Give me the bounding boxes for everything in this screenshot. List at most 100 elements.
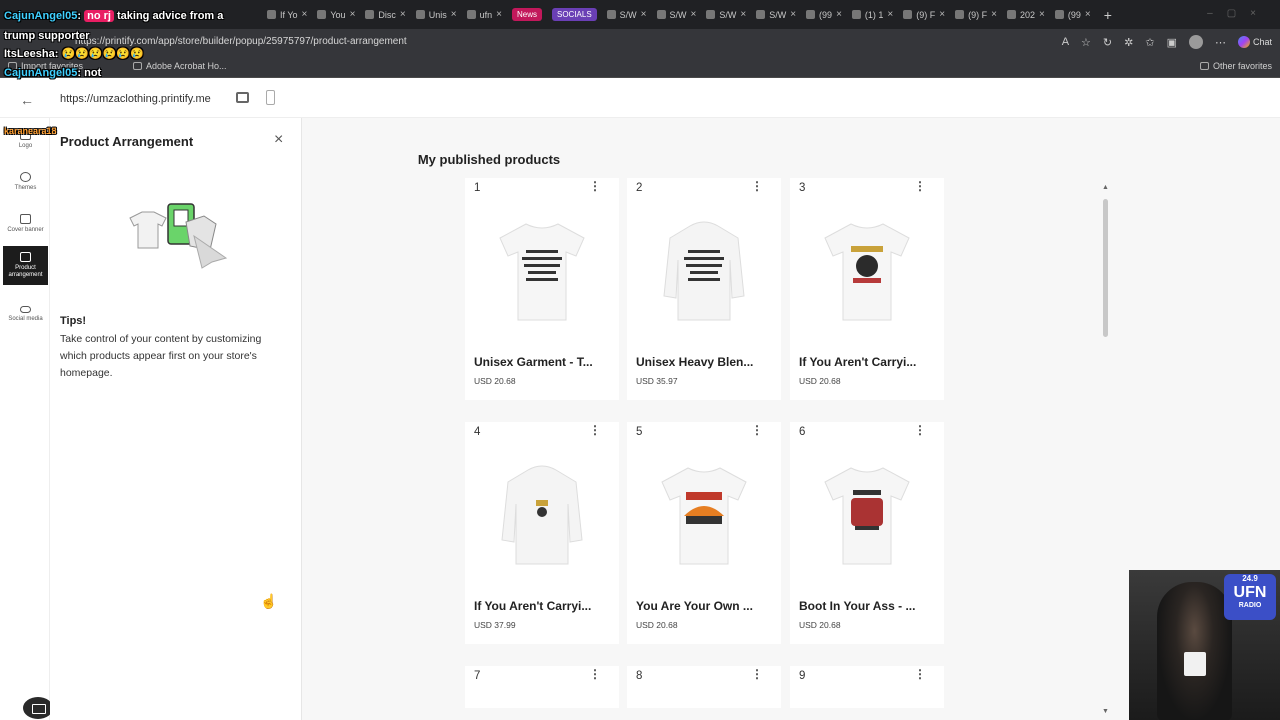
- mug-image: [1184, 652, 1206, 676]
- chat-support-icon[interactable]: [23, 697, 53, 719]
- desktop-preview-icon[interactable]: [236, 92, 249, 103]
- tab-group-news[interactable]: News: [507, 0, 547, 29]
- more-options-icon[interactable]: ⋮: [914, 668, 926, 680]
- grid-icon: [20, 252, 31, 262]
- browser-tab[interactable]: (1) 1 ×: [847, 0, 898, 29]
- ufn-radio-logo: 24.9 UFN RADIO: [1224, 574, 1276, 620]
- more-options-icon[interactable]: ⋮: [751, 180, 763, 192]
- browser-tab[interactable]: (99 ×: [1050, 0, 1096, 29]
- rail-label: Themes: [14, 185, 37, 191]
- window-controls[interactable]: –▢×: [1207, 8, 1270, 19]
- star-icon[interactable]: ☆: [1081, 36, 1091, 49]
- product-card[interactable]: 1 ⋮ Unisex Garment - T... USD 20.68: [465, 178, 619, 400]
- collections-icon[interactable]: ▣: [1167, 36, 1177, 49]
- mobile-preview-icon[interactable]: [266, 90, 275, 105]
- close-icon[interactable]: ×: [887, 9, 893, 20]
- close-icon[interactable]: ×: [350, 9, 356, 20]
- close-icon[interactable]: ×: [451, 9, 457, 20]
- tab-favicon-icon: [606, 10, 616, 19]
- more-options-icon[interactable]: ⋮: [914, 180, 926, 192]
- tab-label: S/W: [619, 9, 637, 20]
- browser-tab[interactable]: (9) F ×: [898, 0, 950, 29]
- bookmark-acrobat[interactable]: Adobe Acrobat Ho...: [133, 61, 227, 71]
- rail-item-cover-banner[interactable]: Cover banner: [3, 214, 48, 234]
- bookmark-other-favorites[interactable]: Other favorites: [1200, 61, 1272, 71]
- close-icon[interactable]: ×: [939, 9, 945, 20]
- tab-favicon-icon: [955, 10, 965, 19]
- more-options-icon[interactable]: ⋮: [589, 180, 601, 192]
- image-icon: [20, 214, 31, 224]
- product-position: 2: [636, 182, 643, 194]
- close-icon[interactable]: ×: [790, 9, 796, 20]
- copilot-chat-button[interactable]: Chat: [1237, 36, 1272, 48]
- product-card[interactable]: 8 ⋮: [627, 666, 781, 708]
- close-icon[interactable]: ×: [740, 9, 746, 20]
- close-icon[interactable]: ×: [1085, 9, 1091, 20]
- more-options-icon[interactable]: ⋮: [589, 668, 601, 680]
- more-options-icon[interactable]: ⋮: [751, 424, 763, 436]
- read-aloud-icon[interactable]: A: [1062, 36, 1069, 48]
- rail-item-themes[interactable]: Themes: [3, 172, 48, 192]
- store-url[interactable]: https://umzaclothing.printify.me: [60, 93, 211, 105]
- tab-favicon-icon: [317, 10, 327, 19]
- close-icon[interactable]: ×: [274, 131, 283, 149]
- product-card[interactable]: 6 ⋮ Boot In Your Ass - ... USD 20.68: [790, 422, 944, 644]
- logo-ufn: UFN: [1233, 584, 1267, 601]
- browser-tab[interactable]: If Yo ×: [262, 0, 312, 29]
- more-options-icon[interactable]: ⋮: [589, 424, 601, 436]
- browser-tab[interactable]: 202 ×: [1002, 0, 1050, 29]
- more-options-icon[interactable]: ⋮: [751, 668, 763, 680]
- profile-avatar[interactable]: [1188, 35, 1203, 49]
- tab-group-news-label: News: [511, 8, 542, 21]
- browser-tab[interactable]: (9) F ×: [950, 0, 1002, 29]
- favorites-icon[interactable]: ✩: [1145, 36, 1154, 49]
- extensions-icon[interactable]: ✲: [1124, 36, 1133, 49]
- browser-tab[interactable]: S/W ×: [652, 0, 702, 29]
- menu-dots-icon[interactable]: ⋯: [1215, 36, 1226, 49]
- rail-item-social-media[interactable]: Social media: [3, 306, 48, 323]
- webcam-overlay: 24.9 UFN RADIO: [1129, 570, 1280, 720]
- product-card[interactable]: 5 ⋮ You Are Your Own ... USD 20.68: [627, 422, 781, 644]
- new-tab-plus-icon[interactable]: +: [1096, 7, 1120, 23]
- browser-tab[interactable]: S/W ×: [751, 0, 801, 29]
- browser-tab[interactable]: S/W ×: [602, 0, 652, 29]
- browser-tab[interactable]: ufn ×: [462, 0, 507, 29]
- product-name: If You Aren't Carryi...: [474, 599, 592, 613]
- product-position: 9: [799, 670, 806, 682]
- refresh-icon[interactable]: ↻: [1103, 36, 1112, 49]
- close-icon[interactable]: ×: [836, 9, 842, 20]
- url-field[interactable]: https://printify.com/app/store/builder/p…: [75, 36, 407, 47]
- scrollbar-thumb[interactable]: [1103, 199, 1108, 337]
- close-icon[interactable]: ×: [991, 9, 997, 20]
- rail-item-product-arrangement[interactable]: Product arrangement: [3, 246, 48, 285]
- tab-group-socials[interactable]: SOCIALS: [547, 0, 602, 29]
- close-icon[interactable]: ×: [302, 9, 308, 20]
- close-icon[interactable]: ×: [1039, 9, 1045, 20]
- product-card[interactable]: 9 ⋮: [790, 666, 944, 708]
- back-arrow-icon[interactable]: ←: [20, 92, 34, 108]
- product-card[interactable]: 7 ⋮: [465, 666, 619, 708]
- close-icon[interactable]: ×: [691, 9, 697, 20]
- tab-favicon-icon: [1006, 10, 1016, 19]
- product-card[interactable]: 4 ⋮ If You Aren't Carryi... USD 37.99: [465, 422, 619, 644]
- product-position: 5: [636, 426, 643, 438]
- chat-text: taking advice from a: [113, 10, 224, 22]
- close-icon[interactable]: ×: [496, 9, 502, 20]
- browser-tab[interactable]: Unis ×: [411, 0, 462, 29]
- scroll-up-icon[interactable]: ▲: [1102, 184, 1109, 191]
- canvas-title: My published products: [417, 152, 561, 167]
- product-card[interactable]: 2 ⋮ Unisex Heavy Blen... USD 35.97: [627, 178, 781, 400]
- tab-label: (1) 1: [864, 9, 884, 20]
- close-icon[interactable]: ×: [641, 9, 647, 20]
- browser-tab[interactable]: You ×: [312, 0, 360, 29]
- browser-tab[interactable]: (99 ×: [801, 0, 847, 29]
- product-price: USD 20.68: [799, 620, 841, 630]
- close-icon[interactable]: ×: [400, 9, 406, 20]
- chat-username: CajunAngel05: [4, 67, 78, 79]
- scroll-down-icon[interactable]: ▼: [1102, 708, 1109, 715]
- chat-message: ItsLeesha: 😢😢😢😢😢😢: [4, 48, 144, 60]
- browser-tab[interactable]: S/W ×: [701, 0, 751, 29]
- browser-tab[interactable]: Disc ×: [360, 0, 410, 29]
- more-options-icon[interactable]: ⋮: [914, 424, 926, 436]
- product-card[interactable]: 3 ⋮ If You Aren't Carryi... USD 20.68: [790, 178, 944, 400]
